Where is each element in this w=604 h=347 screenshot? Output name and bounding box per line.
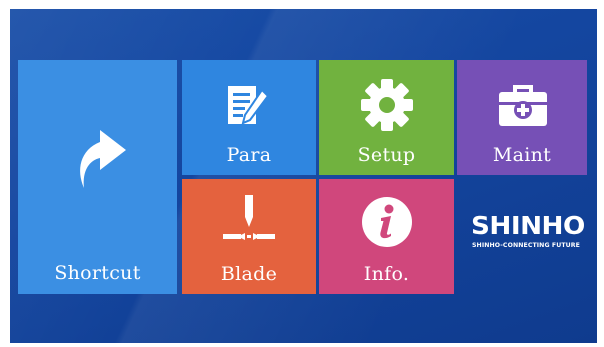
shortcut-label: Shortcut xyxy=(54,262,141,284)
shortcut-arrow-icon xyxy=(80,130,126,188)
setup-tile[interactable]: Setup xyxy=(319,60,454,175)
home-screen: Shortcut Para Setup Maint Blade Info. SH… xyxy=(10,9,597,343)
maint-tile[interactable]: Maint xyxy=(457,60,587,175)
blade-tile[interactable]: Blade xyxy=(182,179,316,294)
info-icon xyxy=(362,197,412,247)
shortcut-tile[interactable]: Shortcut xyxy=(18,60,177,294)
toolbox-icon xyxy=(499,85,547,126)
logo-tagline: SHINHO-CONNECTING FUTURE xyxy=(472,242,580,249)
info-tile[interactable]: Info. xyxy=(319,179,454,294)
setup-label: Setup xyxy=(357,144,416,166)
edit-document-icon xyxy=(228,86,270,125)
maint-label: Maint xyxy=(492,144,552,166)
logo-wordmark: SHINHO xyxy=(471,211,585,240)
para-label: Para xyxy=(226,144,272,166)
blade-label: Blade xyxy=(220,263,278,285)
info-label: Info. xyxy=(363,263,410,285)
para-tile[interactable]: Para xyxy=(182,60,316,175)
brand-logo: SHINHO SHINHO-CONNECTING FUTURE xyxy=(457,179,587,294)
gear-icon xyxy=(361,79,413,131)
blade-cleave-icon xyxy=(223,195,275,240)
